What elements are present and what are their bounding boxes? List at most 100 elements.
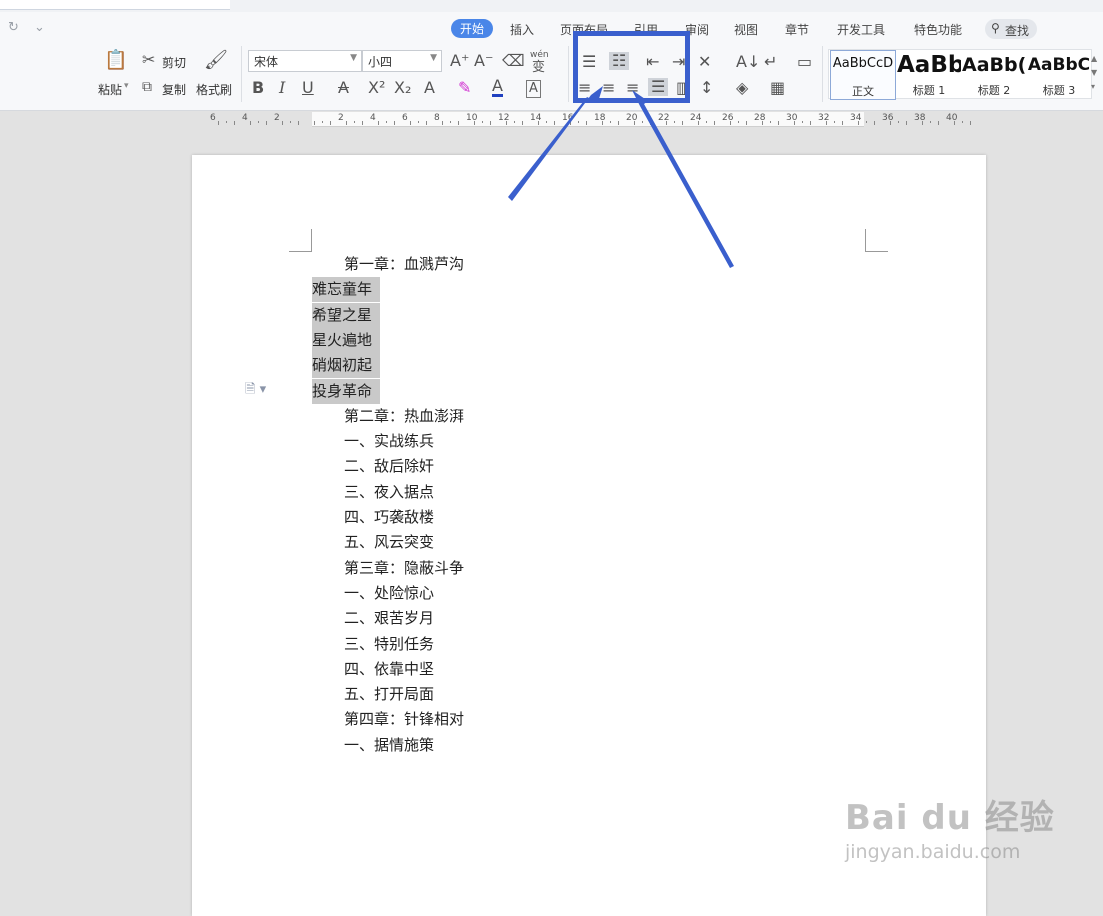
selected-text-line[interactable]: 投身革命 xyxy=(312,378,381,404)
ruler-tick xyxy=(666,121,667,125)
format-painter-button[interactable]: 格式刷 xyxy=(196,81,232,98)
tab-home[interactable]: 开始 xyxy=(451,19,494,38)
ruler-tick xyxy=(938,121,939,125)
ruler-tick xyxy=(490,121,491,125)
search-label: 查找 xyxy=(1005,24,1030,38)
tab-chapter[interactable]: 章节 xyxy=(785,21,809,38)
selected-text-line[interactable]: 希望之星 xyxy=(312,302,381,328)
ruler-tick xyxy=(962,121,963,123)
ruler-tick xyxy=(778,121,779,125)
chevron-down-icon: ▼ xyxy=(430,53,437,63)
ruler-tick xyxy=(698,121,699,125)
text-line[interactable]: 第四章：针锋相对 xyxy=(344,707,464,732)
underline-icon[interactable]: U xyxy=(302,80,314,96)
font-size-select[interactable]: 小四 ▼ xyxy=(362,50,442,72)
style-normal[interactable]: AaBbCcD 正文 xyxy=(830,50,896,100)
text-line[interactable]: 第二章：热血澎湃 xyxy=(344,404,464,429)
search-button[interactable]: ⚲ 查找 xyxy=(985,19,1037,39)
text-line[interactable]: 第一章：血溅芦沟 xyxy=(344,252,464,277)
shading-icon[interactable]: ◈ xyxy=(736,80,748,96)
tab-view[interactable]: 视图 xyxy=(734,21,758,38)
ruler-tick xyxy=(426,121,427,125)
text-line[interactable]: 一、实战练兵 xyxy=(344,429,434,454)
ruler-tick xyxy=(586,121,587,125)
format-painter-icon[interactable]: 🖌 xyxy=(204,51,228,70)
text-line[interactable]: 第三章：隐蔽斗争 xyxy=(344,556,464,581)
ruler-tick xyxy=(842,121,843,125)
chinese-layout-icon[interactable]: ✕ xyxy=(698,54,711,70)
selected-text-line[interactable]: 难忘童年 xyxy=(312,277,381,303)
borders-icon[interactable]: ▦ xyxy=(770,80,785,96)
text-line[interactable]: 五、打开局面 xyxy=(344,682,434,707)
ruler-icon[interactable]: ▭ xyxy=(797,54,812,70)
font-name-select[interactable]: 宋体 ▼ xyxy=(248,50,362,72)
clear-format-icon[interactable]: ⌫ xyxy=(502,53,525,69)
ruler-tick xyxy=(474,121,475,125)
copy-button[interactable]: 复制 xyxy=(162,81,186,98)
ruler-tick xyxy=(554,121,555,125)
bold-icon[interactable]: B xyxy=(252,80,264,96)
text-line[interactable]: 一、处险惊心 xyxy=(344,581,434,606)
text-line[interactable]: 一、据情施策 xyxy=(344,733,434,758)
superscript-icon[interactable]: X² xyxy=(368,80,385,96)
text-line[interactable]: 四、巧袭敌楼 xyxy=(344,505,434,530)
ruler-label: 2 xyxy=(338,113,344,123)
margin-corner-mark xyxy=(289,229,312,252)
ruler-tick xyxy=(874,121,875,125)
tab-insert[interactable]: 插入 xyxy=(510,21,534,38)
copy-icon[interactable]: ⧉ xyxy=(142,79,152,95)
style-heading-3[interactable]: AaBbC 标题 3 xyxy=(1027,50,1091,98)
paste-dropdown-icon[interactable]: ▾ xyxy=(124,81,129,91)
increase-font-icon[interactable]: A⁺ xyxy=(450,53,469,69)
text-line[interactable]: 二、敌后除奸 xyxy=(344,454,434,479)
style-heading-2[interactable]: AaBb( 标题 2 xyxy=(962,50,1026,98)
ruler-tick xyxy=(578,121,579,123)
ruler-tick xyxy=(506,121,507,125)
ruler-tick xyxy=(538,121,539,125)
highlight-color-icon[interactable]: ✎ xyxy=(458,80,471,96)
scissors-icon[interactable]: ✂ xyxy=(142,52,155,68)
style-name: 标题 2 xyxy=(977,84,1011,97)
subscript-icon[interactable]: X₂ xyxy=(394,80,411,96)
char-border-icon[interactable]: A xyxy=(526,80,541,98)
horizontal-ruler[interactable]: 6 4 2 2 4 6 8 10 12 14 16 18 20 22 24 26 28 30 32 34 36 38 40 xyxy=(200,112,971,127)
sort-icon[interactable]: A↓ xyxy=(736,54,760,70)
ruler-tick xyxy=(762,121,763,125)
italic-icon[interactable]: I xyxy=(279,80,285,96)
phonetic-guide-icon[interactable]: wén xyxy=(530,50,549,60)
show-marks-icon[interactable]: ↵ xyxy=(764,54,777,70)
strikethrough-icon[interactable]: A xyxy=(338,80,349,96)
text-line[interactable]: 二、艰苦岁月 xyxy=(344,606,434,631)
tab-developer[interactable]: 开发工具 xyxy=(837,21,885,38)
ruler-tick xyxy=(826,121,827,125)
tab-special-features[interactable]: 特色功能 xyxy=(914,21,962,38)
selected-text-line[interactable]: 硝烟初起 xyxy=(312,353,381,379)
paste-button[interactable]: 粘贴 xyxy=(98,81,122,98)
ruler-tick xyxy=(522,121,523,125)
style-heading-1[interactable]: AaBb 标题 1 xyxy=(897,50,961,98)
ruler-tick xyxy=(642,121,643,123)
window-top-strip xyxy=(0,0,1103,12)
style-preview: AaBb( xyxy=(962,54,1026,76)
ruler-label: 36 xyxy=(882,113,894,123)
text-effect-icon[interactable]: A xyxy=(424,80,435,96)
ruler-tick xyxy=(418,121,419,123)
ruler-tick xyxy=(714,121,715,125)
text-line[interactable]: 四、依靠中坚 xyxy=(344,657,434,682)
decrease-font-icon[interactable]: A⁻ xyxy=(474,53,493,69)
cut-button[interactable]: 剪切 xyxy=(162,54,186,71)
font-color-icon[interactable]: A xyxy=(492,78,503,97)
ruler-label: 32 xyxy=(818,113,830,123)
text-line[interactable]: 五、风云突变 xyxy=(344,530,434,555)
paragraph-layout-icon[interactable]: 🗎 ▾ xyxy=(245,380,266,402)
selected-text-line[interactable]: 星火遍地 xyxy=(312,327,381,353)
ruler-tick xyxy=(922,121,923,125)
ruler-label: 34 xyxy=(850,113,862,123)
document-tab[interactable] xyxy=(0,0,230,10)
styles-scroll[interactable]: ▲ ▼ ▾ xyxy=(1091,52,1101,94)
text-line[interactable]: 三、夜入据点 xyxy=(344,480,434,505)
line-spacing-icon[interactable]: ↕ xyxy=(700,80,713,96)
paste-icon[interactable]: 📋 xyxy=(104,51,128,70)
text-line[interactable]: 三、特别任务 xyxy=(344,632,434,657)
ruler-tick xyxy=(410,121,411,125)
